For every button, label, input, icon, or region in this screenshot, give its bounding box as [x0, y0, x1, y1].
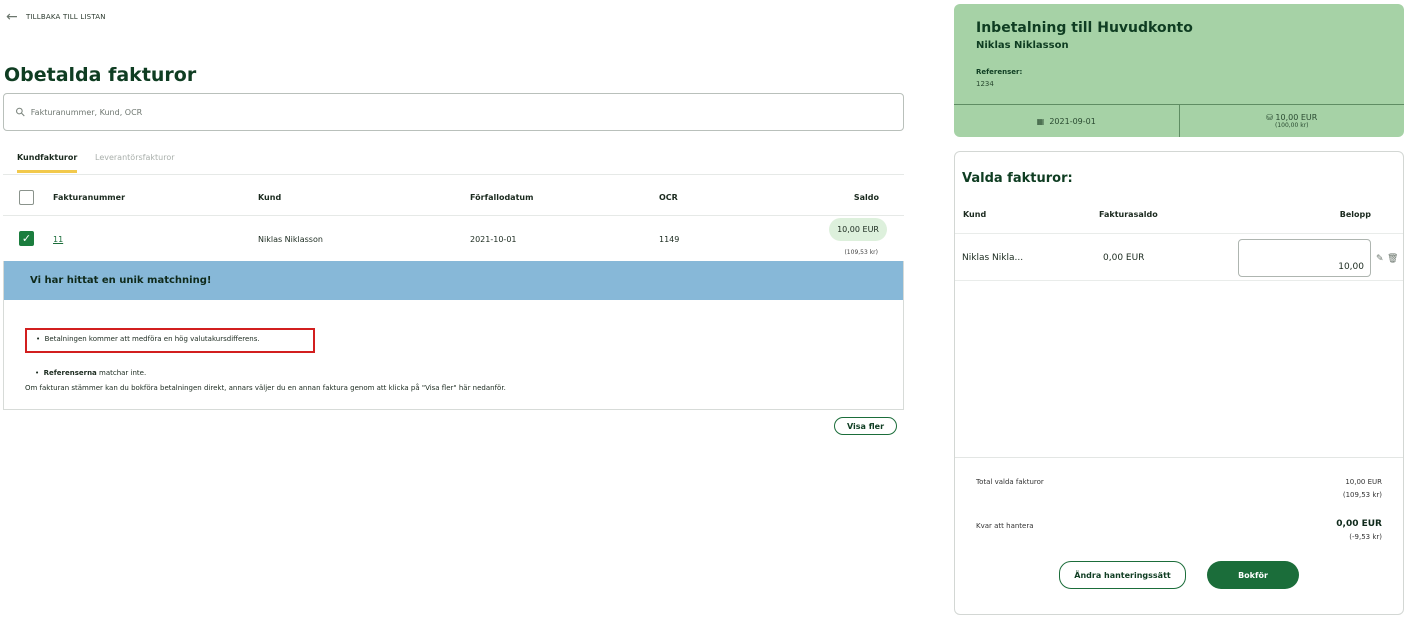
selected-title: Valda fakturor:: [962, 171, 1073, 186]
payment-amount-line: ⛁ 10,00 EUR: [1266, 113, 1317, 122]
selected-row: Niklas Nikla... 0,00 EUR ✎ 🗑: [955, 234, 1403, 281]
visa-fler-button[interactable]: Visa fler: [834, 417, 897, 435]
payment-amount: 10,00 EUR: [1275, 113, 1318, 122]
col-ocr: OCR: [659, 193, 678, 202]
calendar-icon: ▦: [1036, 116, 1045, 126]
tab-leverantorsfakturor[interactable]: Leverantörsfakturor: [95, 153, 175, 170]
reference-bold: Referenserna: [43, 369, 97, 377]
back-link-label: TILLBAKA TILL LISTAN: [25, 13, 106, 21]
invoice-number-link[interactable]: 11: [53, 235, 63, 244]
total-label: Total valda fakturor: [976, 478, 1044, 486]
sel-col-belopp: Belopp: [1339, 210, 1371, 219]
table-row[interactable]: ✓ 11 Niklas Niklasson 2021-10-01 1149 10…: [3, 216, 904, 261]
payment-date-cell: ▦ 2021-09-01: [954, 105, 1180, 137]
reference-bullet: • Referenserna matchar inte.: [35, 369, 147, 377]
selected-invoices-panel: Valda fakturor: Kund Fakturasaldo Belopp…: [954, 151, 1404, 615]
references-value: 1234: [976, 80, 994, 88]
currency-warning: • Betalningen kommer att medföra en hög …: [25, 328, 315, 353]
trash-icon[interactable]: 🗑: [1387, 254, 1398, 264]
back-link[interactable]: ← TILLBAKA TILL LISTAN: [6, 10, 106, 24]
sel-col-kund: Kund: [963, 210, 987, 219]
coins-icon: ⛁: [1266, 113, 1273, 122]
col-fakturanummer: Fakturanummer: [53, 193, 126, 202]
col-kund: Kund: [258, 193, 282, 202]
sel-col-fakturasaldo: Fakturasaldo: [1099, 210, 1158, 219]
page-title: Obetalda fakturor: [4, 64, 197, 86]
arrow-left-icon: ←: [6, 9, 18, 25]
payment-amount-sek: (100,00 kr): [1274, 122, 1309, 129]
book-button[interactable]: Bokför: [1207, 561, 1299, 589]
reference-rest: matchar inte.: [96, 369, 147, 377]
total-value: 10,00 EUR: [1345, 478, 1382, 486]
summary-section: Total valda fakturor 10,00 EUR (109,53 k…: [955, 457, 1403, 615]
col-forfallodatum: Förfallodatum: [470, 193, 534, 202]
row-ocr: 1149: [659, 235, 680, 244]
payment-date-line: ▦ 2021-09-01: [1037, 117, 1096, 126]
match-panel: Vi har hittat en unik matchning! • Betal…: [3, 261, 904, 410]
match-note: Om fakturan stämmer kan du bokföra betal…: [25, 384, 506, 392]
search-box[interactable]: ⚲: [3, 93, 904, 131]
payment-name: Niklas Niklasson: [976, 40, 1069, 51]
row-customer: Niklas Niklasson: [258, 235, 323, 244]
row-checkbox[interactable]: ✓: [19, 231, 34, 246]
warning-text: Betalningen kommer att medföra en hög va…: [44, 335, 260, 343]
total-value-block: 10,00 EUR (109,53 kr): [1343, 476, 1382, 502]
edit-icon[interactable]: ✎: [1376, 254, 1384, 264]
payment-amount-cell: ⛁ 10,00 EUR (100,00 kr): [1180, 105, 1405, 137]
select-all-checkbox[interactable]: [19, 190, 34, 205]
selected-header: Kund Fakturasaldo Belopp: [955, 204, 1403, 234]
match-heading: Vi har hittat en unik matchning!: [4, 261, 903, 300]
tab-kundfakturor[interactable]: Kundfakturor: [17, 153, 78, 173]
total-sek: (109,53 kr): [1342, 491, 1382, 499]
invoice-tabs: Kundfakturor Leverantörsfakturor: [3, 147, 904, 175]
search-icon: ⚲: [12, 103, 29, 121]
change-handling-button[interactable]: Ändra hanteringssätt: [1059, 561, 1186, 589]
payment-date: 2021-09-01: [1049, 116, 1096, 126]
remain-value-block: 0,00 EUR (-9,53 kr): [1336, 518, 1382, 544]
payment-info-bar: ▦ 2021-09-01 ⛁ 10,00 EUR (100,00 kr): [954, 104, 1404, 137]
table-header: Fakturanummer Kund Förfallodatum OCR Sal…: [3, 185, 904, 216]
row-due-date: 2021-10-01: [470, 235, 517, 244]
payment-title: Inbetalning till Huvudkonto: [976, 20, 1193, 36]
remain-value: 0,00 EUR: [1336, 519, 1382, 529]
references-label: Referenser:: [976, 68, 1023, 76]
saldo-badge: 10,00 EUR: [829, 218, 887, 241]
sel-customer: Niklas Nikla...: [962, 253, 1024, 263]
remain-sek: (-9,53 kr): [1349, 533, 1382, 541]
col-saldo: Saldo: [853, 193, 879, 202]
sel-saldo: 0,00 EUR: [1103, 253, 1145, 263]
search-input[interactable]: [30, 107, 831, 117]
remain-label: Kvar att hantera: [976, 522, 1034, 530]
payment-card: Inbetalning till Huvudkonto Niklas Nikla…: [954, 4, 1404, 137]
saldo-sek: (109,53 kr): [844, 249, 878, 256]
amount-input[interactable]: [1238, 239, 1371, 277]
